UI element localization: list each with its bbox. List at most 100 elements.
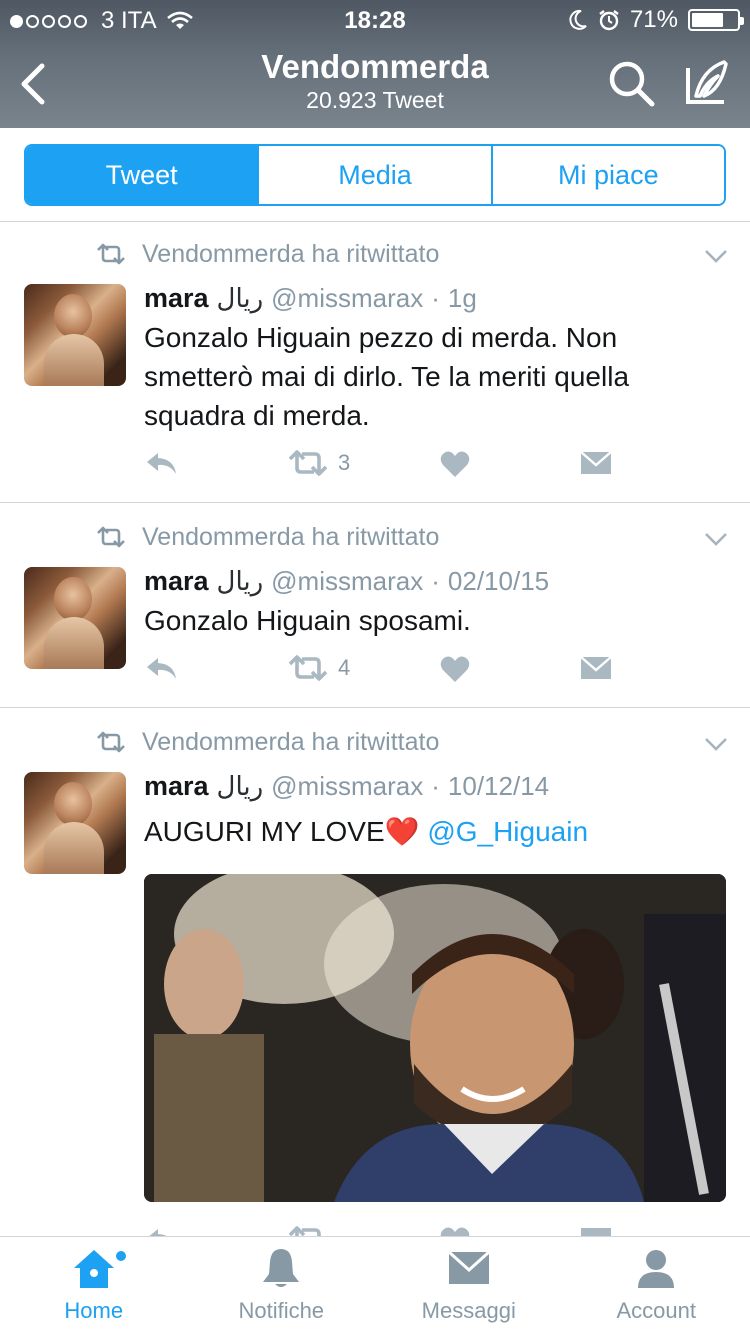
tweet-actions: 4 bbox=[144, 655, 724, 687]
tweet-text: Gonzalo Higuain sposami. bbox=[144, 605, 471, 636]
tab-account[interactable]: Account bbox=[563, 1237, 750, 1334]
mention-link[interactable]: @G_Higuain bbox=[427, 816, 588, 847]
battery-level bbox=[692, 13, 724, 27]
retweet-button[interactable]: 3 bbox=[288, 450, 350, 476]
tweet-photo[interactable] bbox=[144, 874, 726, 1202]
tab-messages[interactable]: Messaggi bbox=[375, 1237, 563, 1334]
new-content-dot bbox=[114, 1249, 128, 1263]
direct-message-button[interactable] bbox=[580, 1226, 612, 1236]
retweeted-by-label: Vendommerda ha ritwittato bbox=[142, 239, 440, 268]
separator-dot: · bbox=[431, 566, 440, 596]
status-bar: 3 ITA 18:28 71% bbox=[0, 0, 750, 40]
reply-icon bbox=[149, 1229, 167, 1236]
tweet-actions bbox=[144, 1226, 724, 1236]
bottom-tab-bar: Home Notifiche Messaggi Account bbox=[0, 1236, 750, 1334]
tweet-text-content: AUGURI MY LOVE bbox=[144, 816, 385, 847]
tab-account-label: Account bbox=[616, 1298, 697, 1323]
battery-icon bbox=[688, 9, 744, 31]
retweeted-by-label: Vendommerda ha ritwittato bbox=[142, 727, 440, 756]
divider bbox=[0, 502, 750, 503]
retweet-context: Vendommerda ha ritwittato bbox=[96, 726, 439, 758]
person-icon bbox=[638, 1250, 675, 1288]
retweet-icon bbox=[288, 450, 328, 476]
divider bbox=[0, 221, 750, 222]
tweet-text: Gonzalo Higuain pezzo di merda. Non smet… bbox=[144, 322, 630, 431]
envelope-icon bbox=[581, 1228, 611, 1236]
author-name[interactable]: mara bbox=[144, 771, 209, 802]
author-handle[interactable]: @missmarax bbox=[271, 566, 423, 597]
profile-header: 3 ITA 18:28 71% Vendommerda 20.923 Tweet bbox=[0, 0, 750, 128]
author-handle[interactable]: @missmarax bbox=[271, 283, 423, 314]
tweet-header: mara ريال @missmarax · 02/10/15 bbox=[144, 566, 549, 597]
tweet-actions: 3 bbox=[144, 450, 724, 482]
author-badge: ريال bbox=[216, 566, 264, 596]
avatar[interactable] bbox=[24, 284, 126, 386]
tab-tweet[interactable]: Tweet bbox=[26, 146, 258, 204]
tweet-date: 02/10/15 bbox=[447, 566, 550, 596]
retweet-context: Vendommerda ha ritwittato bbox=[96, 521, 439, 553]
retweet-icon bbox=[97, 526, 125, 548]
tweet-header: mara ريال @missmarax · 1g bbox=[144, 283, 477, 314]
chevron-down-icon[interactable] bbox=[704, 736, 728, 752]
retweet-icon bbox=[97, 243, 125, 265]
tab-notifications[interactable]: Notifiche bbox=[188, 1237, 376, 1334]
chevron-down-icon[interactable] bbox=[704, 531, 728, 547]
author-name[interactable]: mara bbox=[144, 283, 209, 314]
tweet-header: mara ريال @missmarax · 10/12/14 bbox=[144, 771, 549, 802]
moon-icon bbox=[569, 9, 587, 30]
author-badge: ريال bbox=[216, 771, 264, 801]
chevron-down-icon[interactable] bbox=[704, 248, 728, 264]
envelope-icon bbox=[580, 656, 612, 679]
author-handle[interactable]: @missmarax bbox=[271, 771, 423, 802]
reply-button[interactable] bbox=[144, 450, 178, 476]
divider bbox=[0, 707, 750, 708]
separator-dot: · bbox=[431, 771, 440, 801]
separator-dot: · bbox=[431, 283, 440, 313]
retweet-context: Vendommerda ha ritwittato bbox=[96, 238, 439, 270]
bell-icon bbox=[263, 1249, 300, 1287]
avatar[interactable] bbox=[24, 567, 126, 669]
reply-button[interactable] bbox=[144, 655, 178, 681]
heart-icon bbox=[440, 451, 470, 477]
status-right: 71% bbox=[568, 6, 744, 34]
tab-media[interactable]: Media bbox=[257, 146, 491, 204]
alarm-icon bbox=[599, 10, 619, 31]
author-name[interactable]: mara bbox=[144, 566, 209, 597]
retweet-count: 3 bbox=[338, 450, 351, 475]
like-button[interactable] bbox=[440, 1226, 470, 1236]
tab-likes[interactable]: Mi piace bbox=[490, 146, 724, 204]
tweet-date: 10/12/14 bbox=[447, 771, 550, 801]
heart-icon bbox=[440, 1227, 470, 1236]
reply-icon bbox=[147, 658, 176, 679]
like-button[interactable] bbox=[440, 655, 470, 683]
heart-emoji: ❤️ bbox=[384, 816, 420, 847]
retweet-icon bbox=[97, 731, 125, 753]
tab-home-label: Home bbox=[64, 1298, 124, 1323]
retweet-icon bbox=[288, 655, 328, 681]
reply-icon bbox=[147, 453, 176, 474]
like-button[interactable] bbox=[440, 450, 470, 478]
tab-messages-label: Messaggi bbox=[421, 1298, 516, 1323]
retweet-count: 4 bbox=[338, 655, 351, 680]
tweet-text: AUGURI MY LOVE❤️ @G_Higuain bbox=[144, 812, 724, 851]
author-badge: ريال bbox=[216, 283, 264, 313]
search-icon[interactable] bbox=[606, 58, 658, 110]
envelope-icon bbox=[447, 1250, 490, 1284]
tab-notifications-label: Notifiche bbox=[238, 1298, 325, 1323]
compose-tweet-icon[interactable] bbox=[680, 56, 732, 108]
retweeted-by-label: Vendommerda ha ritwittato bbox=[142, 522, 440, 551]
direct-message-button[interactable] bbox=[580, 450, 612, 476]
tweet-date: 1g bbox=[447, 283, 477, 313]
envelope-icon bbox=[580, 451, 612, 474]
reply-button[interactable] bbox=[144, 1226, 178, 1236]
profile-tabs: Tweet Media Mi piace bbox=[24, 144, 726, 206]
tab-home[interactable]: Home bbox=[0, 1237, 188, 1334]
retweet-button[interactable] bbox=[288, 1226, 328, 1236]
retweet-icon bbox=[288, 1226, 321, 1236]
home-icon bbox=[73, 1250, 114, 1288]
heart-icon bbox=[440, 656, 470, 682]
battery-percent: 71% bbox=[629, 6, 678, 33]
direct-message-button[interactable] bbox=[580, 655, 612, 681]
avatar[interactable] bbox=[24, 772, 126, 874]
retweet-button[interactable]: 4 bbox=[288, 655, 350, 681]
